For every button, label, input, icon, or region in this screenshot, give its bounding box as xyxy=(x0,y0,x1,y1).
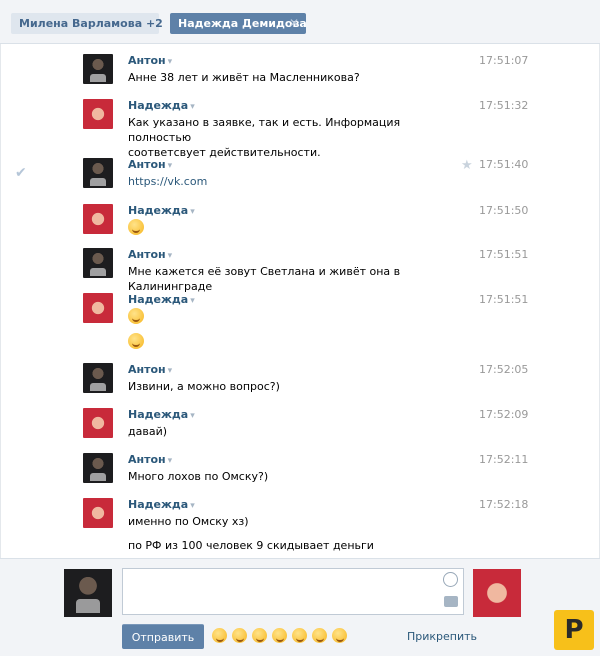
chevron-down-icon[interactable]: ▾ xyxy=(168,57,173,67)
my-avatar[interactable] xyxy=(64,569,112,617)
crying-face-icon xyxy=(128,219,144,235)
message-time: 17:51:50 xyxy=(479,204,529,217)
avatar[interactable] xyxy=(83,248,113,278)
message-text xyxy=(128,219,428,239)
winking-face-icon xyxy=(128,308,144,324)
tab-nadezhda[interactable]: Надежда Демидова ✕ xyxy=(170,13,307,34)
laugh-emoji-icon[interactable] xyxy=(252,628,267,643)
chevron-down-icon[interactable]: ▾ xyxy=(190,207,195,217)
chevron-down-icon[interactable]: ▾ xyxy=(168,366,173,376)
message-text: Анне 38 лет и живёт на Масленникова? xyxy=(128,71,360,84)
author-name[interactable]: Антон ▾ xyxy=(128,453,172,466)
smiling-face-icon xyxy=(128,333,144,349)
emoji-bar xyxy=(212,628,347,643)
tab-label: Надежда Демидова xyxy=(178,17,307,30)
chevron-down-icon[interactable]: ▾ xyxy=(190,296,195,306)
attach-link[interactable]: Прикрепить xyxy=(407,630,477,643)
message-time: 17:51:32 xyxy=(479,99,529,112)
heart-eyes-emoji-icon[interactable] xyxy=(332,628,347,643)
author-name[interactable]: Надежда ▾ xyxy=(128,99,195,112)
message-text xyxy=(128,308,428,328)
chevron-down-icon[interactable]: ▾ xyxy=(168,251,173,261)
dialog-tabs-bar: Милена Варламова +2 Надежда Демидова ✕ xyxy=(0,0,600,44)
message-text: Много лохов по Омску?) xyxy=(128,470,269,483)
message-text: Извини, а можно вопрос?) xyxy=(128,380,280,393)
star-icon[interactable]: ★ xyxy=(461,158,473,173)
tab-label: Милена Варламова +2 xyxy=(19,17,163,30)
message-time: 17:52:05 xyxy=(479,363,529,376)
author-name[interactable]: Надежда ▾ xyxy=(128,293,195,306)
author-name[interactable]: Надежда ▾ xyxy=(128,204,195,217)
chevron-down-icon[interactable]: ▾ xyxy=(190,501,195,511)
peer-avatar[interactable] xyxy=(473,569,521,617)
camera-icon[interactable] xyxy=(444,596,458,607)
message-text: давай) xyxy=(128,425,168,438)
message-time: 17:51:51 xyxy=(479,248,529,261)
send-button[interactable]: Отправить xyxy=(122,624,204,649)
smile-emoji-icon[interactable] xyxy=(232,628,247,643)
chevron-down-icon[interactable]: ▾ xyxy=(190,102,195,112)
author-name[interactable]: Надежда ▾ xyxy=(128,498,195,511)
message-history[interactable]: Антон ▾ 17:51:07 Анне 38 лет и живёт на М… xyxy=(0,44,600,558)
avatar[interactable] xyxy=(83,293,113,323)
avatar[interactable] xyxy=(83,99,113,129)
checkmark-icon[interactable]: ✔ xyxy=(15,165,27,181)
smile-icon[interactable] xyxy=(443,572,458,587)
author-name[interactable]: Антон ▾ xyxy=(128,363,172,376)
message-link[interactable]: https://vk.com xyxy=(128,174,428,189)
avatar[interactable] xyxy=(83,453,113,483)
message-text: по РФ из 100 человек 9 скидывает деньги xyxy=(128,539,374,552)
avatar[interactable] xyxy=(83,158,113,188)
avatar[interactable] xyxy=(83,204,113,234)
avatar[interactable] xyxy=(83,498,113,528)
message-input[interactable] xyxy=(122,568,464,615)
chevron-down-icon[interactable]: ▾ xyxy=(190,411,195,421)
message-text: именно по Омску хз) xyxy=(128,515,249,528)
wink-emoji-icon[interactable] xyxy=(312,628,327,643)
rolling-eyes-emoji-icon[interactable] xyxy=(292,628,307,643)
author-name[interactable]: Надежда ▾ xyxy=(128,408,195,421)
author-name[interactable]: Антон ▾ xyxy=(128,54,172,67)
avatar[interactable] xyxy=(83,363,113,393)
chevron-down-icon[interactable]: ▾ xyxy=(168,456,173,466)
close-icon[interactable]: ✕ xyxy=(289,13,299,34)
message-text xyxy=(128,333,428,353)
avatar[interactable] xyxy=(83,54,113,84)
author-name[interactable]: Антон ▾ xyxy=(128,158,172,171)
message-text: Мне кажется её зовут Светлана и живёт он… xyxy=(128,265,401,293)
chevron-down-icon[interactable]: ▾ xyxy=(168,161,173,171)
message-time: 17:51:07 xyxy=(479,54,529,67)
message-text: Как указано в заявке, так и есть. Информ… xyxy=(128,116,401,159)
message-time: 17:52:09 xyxy=(479,408,529,421)
message-time: 17:51:40 xyxy=(479,158,529,171)
message-time: 17:52:11 xyxy=(479,453,529,466)
avatar[interactable] xyxy=(83,408,113,438)
message-time: 17:51:51 xyxy=(479,293,529,306)
kiss-emoji-icon[interactable] xyxy=(272,628,287,643)
author-name[interactable]: Антон ▾ xyxy=(128,248,172,261)
site-logo-badge: P xyxy=(554,610,594,650)
message-time: 17:52:18 xyxy=(479,498,529,511)
message-composer: Отправить Прикрепить xyxy=(0,558,600,656)
tab-milena[interactable]: Милена Варламова +2 xyxy=(11,13,163,34)
grin-emoji-icon[interactable] xyxy=(212,628,227,643)
